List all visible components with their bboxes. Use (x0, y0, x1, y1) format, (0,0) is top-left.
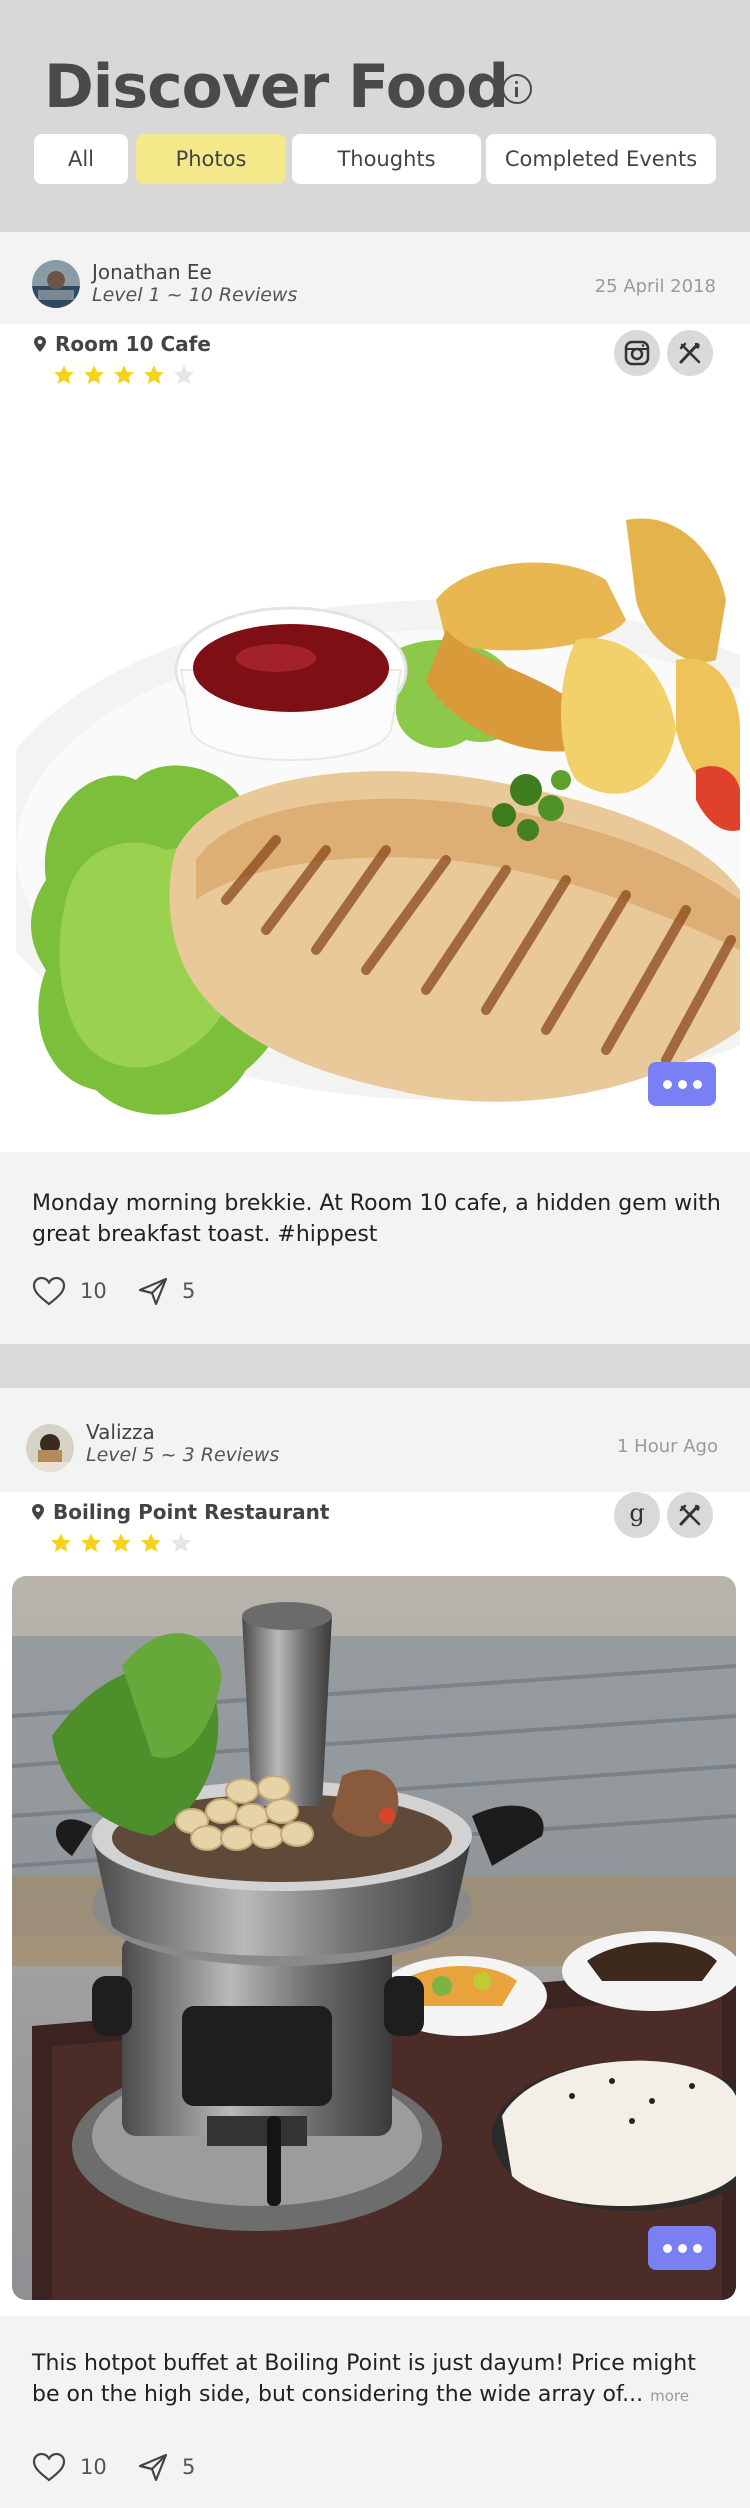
fork-knife-icon (679, 342, 701, 364)
svg-text:g: g (629, 1501, 644, 1527)
post-author-row: Valizza Level 5 ~ 3 Reviews 1 Hour Ago (0, 1388, 750, 1480)
place-name[interactable]: Room 10 Cafe (55, 332, 211, 356)
read-more-link[interactable]: more (650, 2387, 689, 2405)
avatar[interactable] (32, 260, 80, 308)
page-header: Discover Food All Photos Thoughts Comple… (0, 0, 750, 232)
post-date: 25 April 2018 (594, 276, 716, 297)
author-level: Level 1 ~ 10 Reviews (92, 284, 298, 306)
star-filled-icon (114, 365, 134, 384)
share-button[interactable]: 5 (138, 1276, 195, 1306)
star-empty-icon (171, 1533, 191, 1552)
rating-stars (50, 1532, 192, 1554)
star-empty-icon (174, 365, 194, 384)
page-title: Discover Food (44, 52, 509, 122)
star-filled-icon (54, 365, 74, 384)
google-icon: g (629, 1501, 644, 1527)
post-media-area: Boiling Point Restaurant g (0, 1492, 750, 2316)
rating-stars (53, 364, 195, 386)
heart-icon (32, 1276, 66, 1306)
author-name[interactable]: Valizza (86, 1420, 155, 1444)
post-caption: This hotpot buffet at Boiling Point is j… (32, 2348, 722, 2412)
like-button[interactable]: 10 (32, 2452, 107, 2482)
star-filled-icon (81, 1533, 101, 1552)
map-pin-icon (32, 1504, 44, 1520)
dot-icon (677, 2243, 687, 2253)
share-button[interactable]: 5 (138, 2452, 195, 2482)
send-icon (138, 1277, 168, 1306)
tab-thoughts[interactable]: Thoughts (292, 134, 481, 184)
post-media-area: Room 10 Cafe iStock by Getty Images (0, 324, 750, 1152)
post-date: 1 Hour Ago (616, 1436, 718, 1457)
star-filled-icon (84, 365, 104, 384)
post-caption-text: This hotpot buffet at Boiling Point is j… (32, 2351, 696, 2407)
send-icon (138, 2453, 168, 2482)
star-filled-icon (144, 365, 164, 384)
fork-knife-icon (679, 1504, 701, 1526)
watermark-subtext: by Getty Images (211, 540, 410, 568)
avatar[interactable] (26, 1424, 74, 1472)
post-photo[interactable] (12, 1576, 736, 2300)
star-filled-icon (51, 1533, 71, 1552)
instagram-icon (624, 340, 650, 366)
watermark-text: iStock (211, 460, 456, 542)
dot-icon (662, 1079, 672, 1089)
like-count: 10 (80, 2455, 107, 2479)
post-author-row: Jonathan Ee Level 1 ~ 10 Reviews 25 Apri… (0, 232, 750, 324)
like-count: 10 (80, 1279, 107, 1303)
restaurant-button[interactable] (667, 330, 713, 376)
post-card: Valizza Level 5 ~ 3 Reviews 1 Hour Ago B… (0, 1388, 750, 2508)
star-filled-icon (141, 1533, 161, 1552)
more-options-button[interactable] (648, 2226, 716, 2270)
post-photo[interactable]: iStock by Getty Images (16, 430, 740, 1130)
more-options-button[interactable] (648, 1062, 716, 1106)
heart-icon (32, 2452, 66, 2482)
author-name[interactable]: Jonathan Ee (92, 260, 212, 284)
post-card: Jonathan Ee Level 1 ~ 10 Reviews 25 Apri… (0, 232, 750, 1344)
restaurant-button[interactable] (667, 1492, 713, 1538)
dot-icon (692, 2243, 702, 2253)
tab-photos[interactable]: Photos (136, 134, 286, 184)
google-button[interactable]: g (614, 1492, 660, 1538)
map-pin-icon (34, 336, 46, 352)
place-name[interactable]: Boiling Point Restaurant (53, 1500, 329, 1524)
dot-icon (677, 1079, 687, 1089)
dot-icon (692, 1079, 702, 1089)
star-filled-icon (111, 1533, 131, 1552)
info-icon[interactable] (502, 74, 532, 104)
dot-icon (662, 2243, 672, 2253)
share-count: 5 (182, 2455, 196, 2479)
share-count: 5 (182, 1279, 196, 1303)
tab-completed-events[interactable]: Completed Events (486, 134, 716, 184)
instagram-button[interactable] (614, 330, 660, 376)
author-level: Level 5 ~ 3 Reviews (86, 1444, 280, 1466)
like-button[interactable]: 10 (32, 1276, 107, 1306)
tab-all[interactable]: All (34, 134, 128, 184)
post-caption: Monday morning brekkie. At Room 10 cafe,… (32, 1191, 721, 1247)
